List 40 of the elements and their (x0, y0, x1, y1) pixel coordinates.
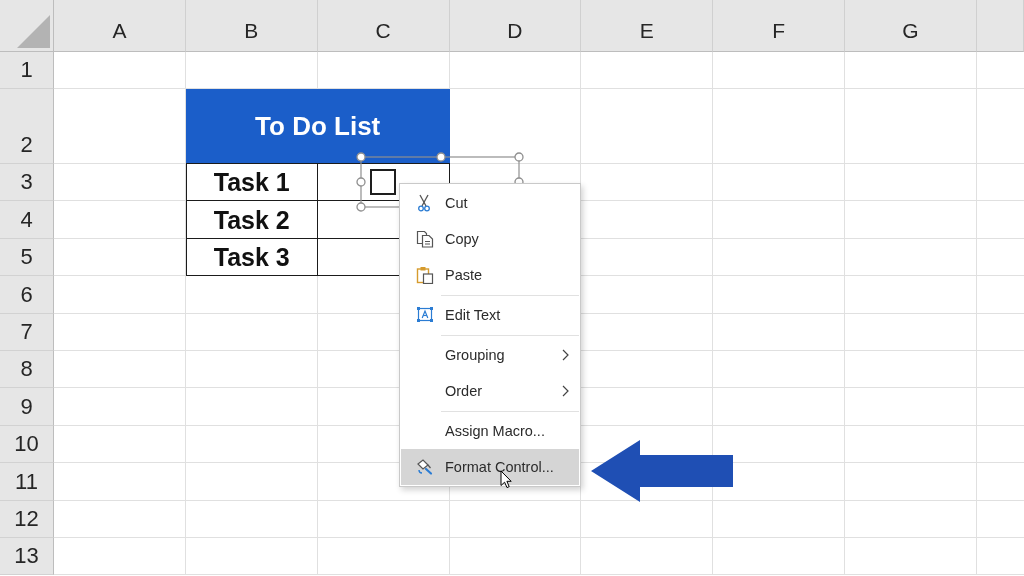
menu-item[interactable]: Assign Macro... (401, 413, 579, 449)
table-cell: Task 1 (185, 164, 318, 202)
copy-icon (416, 230, 434, 248)
menu-item[interactable]: Paste (401, 257, 579, 293)
row-header[interactable]: 11 (0, 463, 54, 501)
row-header[interactable]: 13 (0, 537, 54, 576)
clipboard-icon (416, 266, 434, 284)
menu-item[interactable]: Cut (401, 185, 579, 221)
column-header[interactable] (976, 0, 1024, 52)
brush-icon (416, 458, 434, 476)
table-cell: Task 3 (185, 238, 318, 277)
column-header[interactable]: G (845, 0, 977, 52)
select-all-button[interactable] (0, 0, 54, 52)
column-header[interactable]: A (54, 0, 186, 52)
column-header[interactable]: B (185, 0, 318, 52)
text-box-icon (416, 306, 434, 324)
column-header[interactable]: C (317, 0, 450, 52)
menu-item[interactable]: Edit Text (401, 297, 579, 333)
menu-item[interactable]: Grouping (401, 337, 579, 373)
row-header[interactable]: 3 (0, 164, 54, 202)
row-header[interactable]: 4 (0, 201, 54, 239)
menu-item[interactable]: Format Control... (401, 449, 579, 485)
checkbox[interactable] (370, 169, 397, 196)
column-header[interactable]: D (449, 0, 582, 52)
row-header[interactable]: 2 (0, 89, 54, 164)
table-title: To Do List (185, 89, 450, 164)
column-header[interactable]: F (713, 0, 846, 52)
row-header[interactable]: 7 (0, 313, 54, 351)
row-header[interactable]: 8 (0, 350, 54, 389)
row-header[interactable]: 10 (0, 425, 54, 464)
row-header[interactable]: 6 (0, 276, 54, 314)
menu-item[interactable]: Copy (401, 221, 579, 257)
table-cell: Task 2 (185, 201, 318, 239)
triangle-icon (17, 15, 50, 48)
row-header[interactable]: 1 (0, 52, 54, 89)
column-header[interactable]: E (581, 0, 714, 52)
row-header[interactable]: 9 (0, 388, 54, 426)
menu-item[interactable]: Order (401, 373, 579, 409)
row-header[interactable]: 5 (0, 238, 54, 277)
row-header[interactable]: 12 (0, 500, 54, 538)
